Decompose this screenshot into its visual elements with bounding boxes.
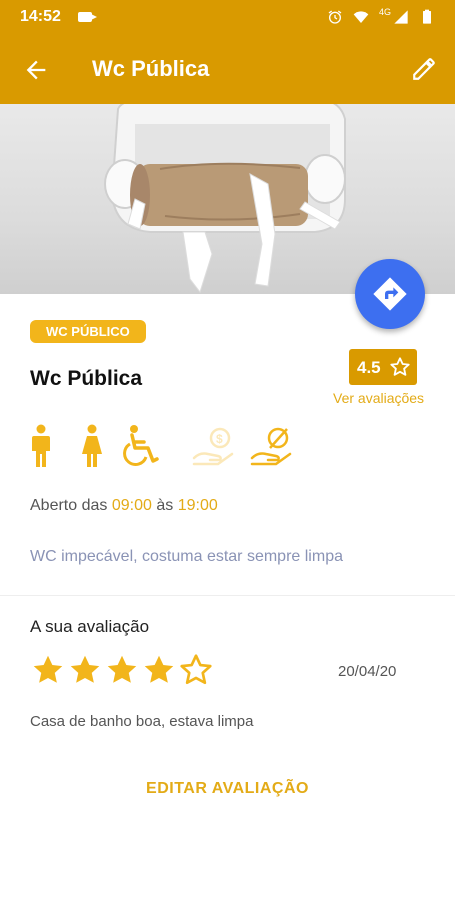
your-review-title: A sua avaliação [30,617,150,636]
opening-hours: Aberto das 09:00 às 19:00 [30,497,218,515]
hours-mid: às [156,497,174,514]
back-arrow-icon[interactable] [22,56,50,84]
status-icons: 4G [327,7,435,25]
signal-icon [394,10,408,24]
edit-review-button[interactable]: EDITAR AVALIAÇÃO [0,780,455,798]
star-filled-icon[interactable] [141,652,177,688]
place-description: WC impecável, costuma estar sempre limpa [30,548,343,565]
directions-icon [373,277,407,311]
star-filled-icon[interactable] [104,652,140,688]
video-camera-icon [78,12,97,22]
page-title: Wc Pública [92,56,210,81]
rating-badge[interactable]: 4.5 [349,349,417,385]
your-rating-stars[interactable] [30,652,215,693]
svg-text:$: $ [216,432,223,446]
review-text: Casa de banho boa, estava limpa [30,713,254,730]
open-time: 09:00 [111,497,152,514]
status-time: 14:52 [20,8,61,25]
star-filled-icon[interactable] [67,652,103,688]
directions-button[interactable] [355,259,425,329]
star-outline-icon [390,357,410,376]
star-filled-icon[interactable] [30,652,66,688]
alarm-icon [328,10,342,24]
status-bar: 14:52 4G [0,0,455,36]
section-divider [0,595,455,596]
male-icon [32,424,50,467]
wheelchair-icon [123,425,159,466]
star-outline-icon[interactable] [178,652,214,688]
wifi-icon [353,11,369,23]
free-hand-icon [250,427,292,466]
close-time: 19:00 [177,497,218,514]
place-name: Wc Pública [30,367,143,390]
see-ratings-link[interactable]: Ver avaliações [333,390,424,406]
hours-prefix: Aberto das [30,497,108,514]
rating-value: 4.5 [357,358,381,377]
network-type: 4G [378,7,391,17]
battery-icon [423,9,431,24]
category-badge: WC PÚBLICO [30,320,146,343]
edit-pencil-icon[interactable] [411,56,437,82]
review-date: 20/04/20 [338,663,397,680]
female-icon [82,424,102,467]
paid-coin-icon: $ [192,427,234,466]
app-bar: Wc Pública [0,36,455,104]
